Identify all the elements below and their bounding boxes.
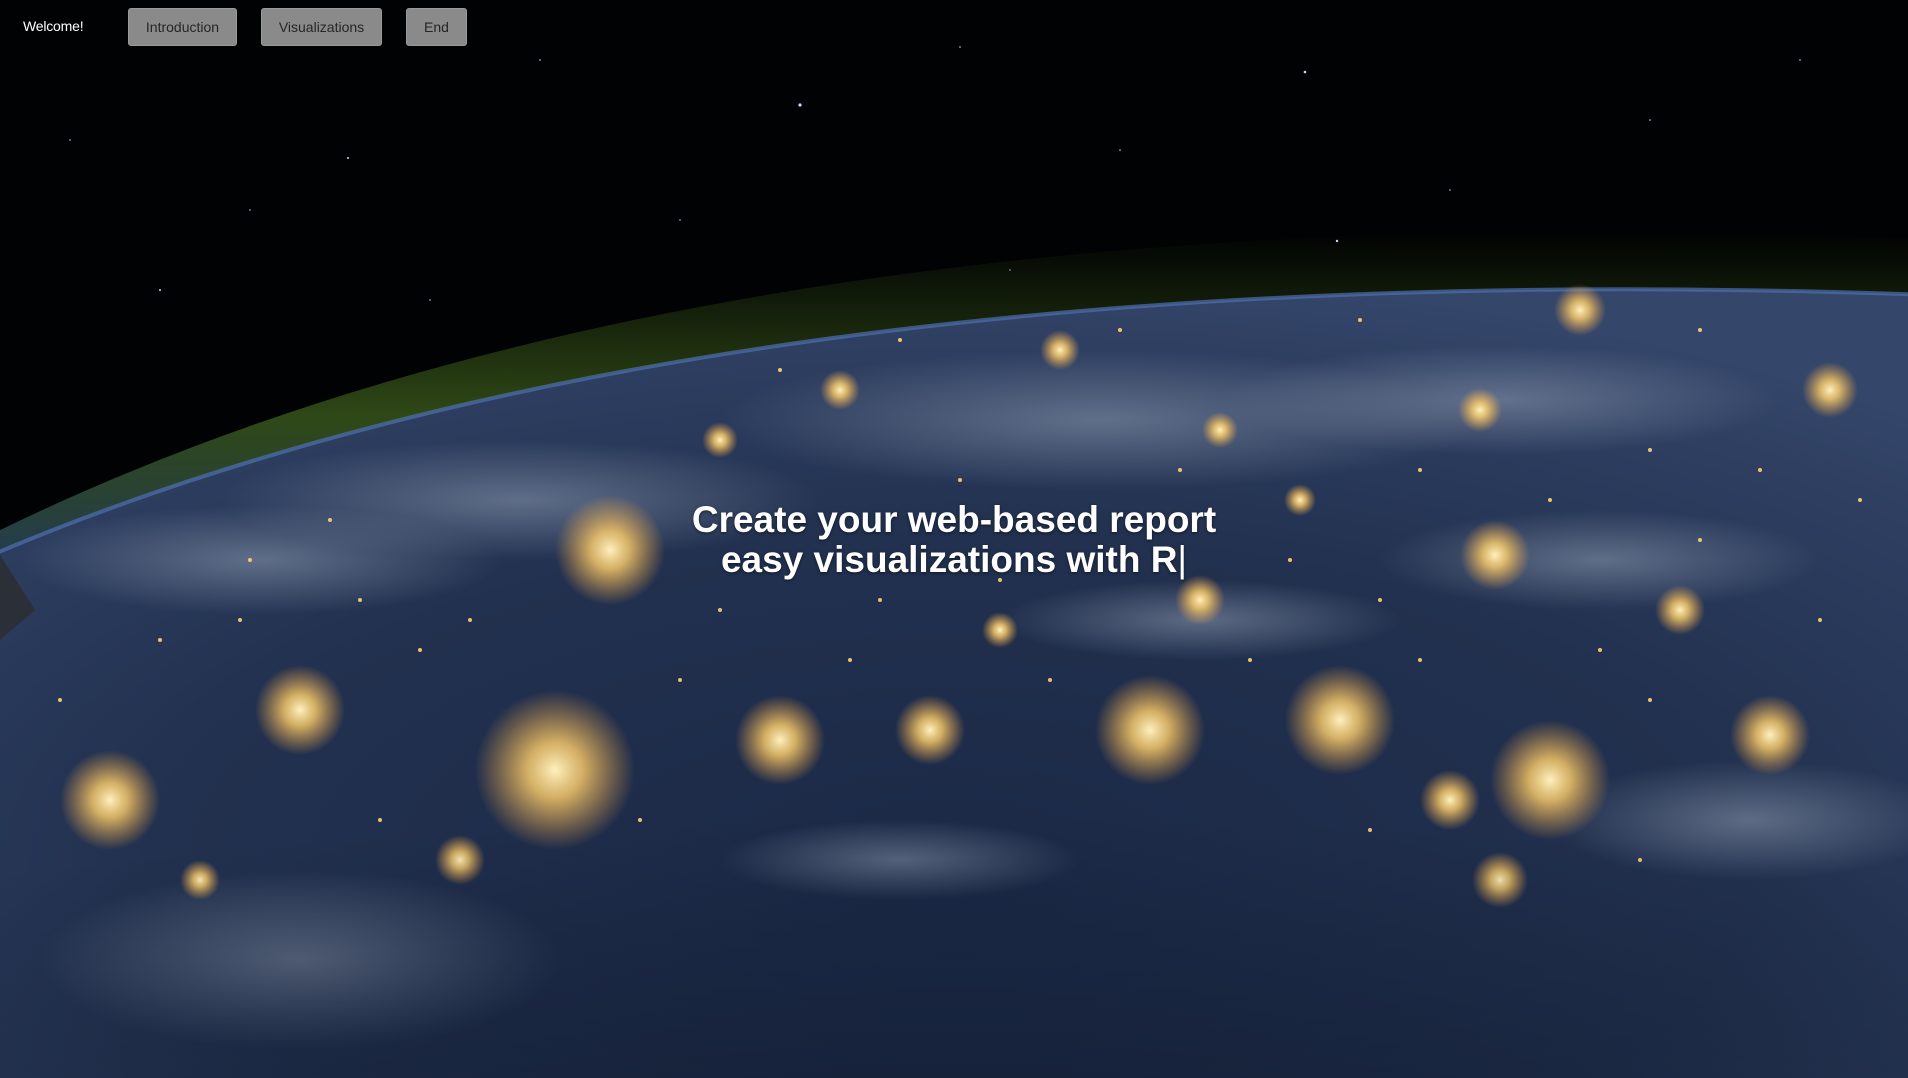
top-nav: Welcome! Introduction Visualizations End bbox=[0, 0, 1908, 54]
brand-title: Welcome! bbox=[23, 18, 84, 34]
hero-line-2-text: easy visualizations with R bbox=[720, 539, 1178, 580]
hero-line-1: Create your web-based report bbox=[691, 499, 1217, 540]
hero-headline: Create your web-based report easy visual… bbox=[0, 500, 1908, 580]
typing-cursor: | bbox=[1177, 539, 1188, 580]
hero-line-2: easy visualizations with R| bbox=[0, 540, 1908, 580]
introduction-button[interactable]: Introduction bbox=[128, 8, 237, 46]
end-button[interactable]: End bbox=[406, 8, 467, 46]
visualizations-button[interactable]: Visualizations bbox=[261, 8, 382, 46]
page: Welcome! Introduction Visualizations End… bbox=[0, 0, 1908, 1078]
